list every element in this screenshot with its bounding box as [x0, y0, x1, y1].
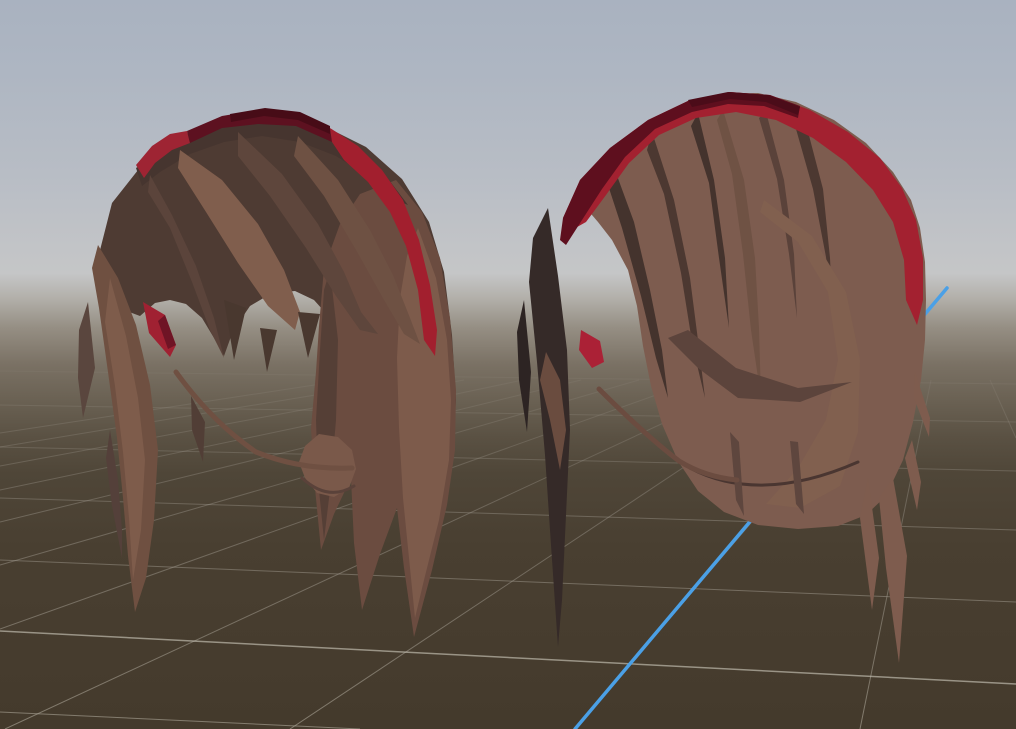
grid-line: [0, 560, 1016, 602]
headband-tab: [579, 330, 604, 368]
grid-line: [0, 380, 347, 433]
right-spike-b: [905, 440, 921, 510]
grid-line: [990, 380, 1016, 438]
grid-major-line: [0, 631, 1016, 684]
right-spike-c: [879, 478, 907, 663]
grid-line: [0, 380, 581, 522]
viewport-3d[interactable]: [0, 0, 1016, 729]
scene-canvas: [0, 0, 1016, 729]
grid-line: [0, 712, 360, 729]
hair-model-right[interactable]: [517, 92, 930, 663]
right-spike-a: [914, 372, 930, 437]
bang-spike-c: [298, 312, 320, 358]
left-tip-small: [78, 302, 95, 418]
headband-tab: [143, 302, 176, 357]
hair-model-left[interactable]: [78, 108, 456, 637]
bang-spike-b: [260, 328, 277, 372]
